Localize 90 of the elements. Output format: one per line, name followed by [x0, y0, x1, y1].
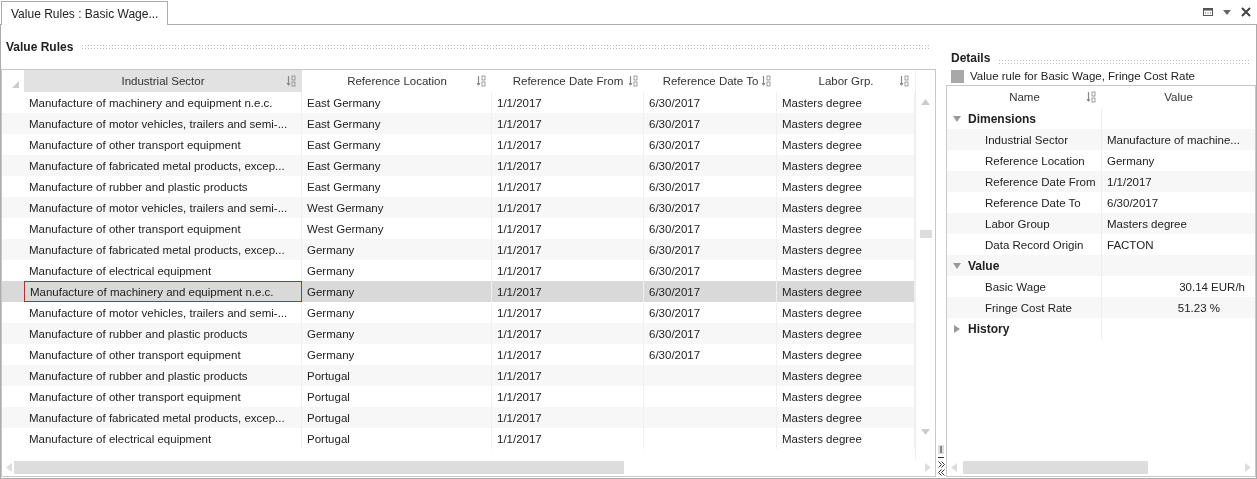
table-row[interactable]: Manufacture of motor vehicles, trailers and semi-... East Germany 1/1/2017 6/30/2017 Masters degree: [2, 113, 915, 134]
swatch-icon: [951, 69, 964, 83]
property-value: 30.14 EUR/h: [1178, 280, 1246, 293]
scroll-thumb[interactable]: [14, 461, 624, 474]
table-cell: Manufacture of electrical equipment: [24, 260, 302, 281]
table-cell: East Germany: [302, 155, 492, 176]
column-header[interactable]: Reference Location: [302, 70, 492, 92]
table-cell: East Germany: [302, 113, 492, 134]
table-cell: Manufacture of machinery and equipment n.e.c.: [24, 281, 302, 302]
table-cell: Portugal: [302, 407, 492, 428]
column-header[interactable]: Value: [1102, 86, 1255, 108]
property-value: Germany: [1106, 154, 1156, 167]
table-cell: 1/1/2017: [492, 155, 644, 176]
property-value: Masters degree: [1106, 217, 1188, 230]
table-cell: 6/30/2017: [644, 197, 777, 218]
property-value: FACTON: [1106, 238, 1155, 251]
table-cell: 1/1/2017: [492, 323, 644, 344]
expanded-triangle-icon[interactable]: [953, 114, 961, 123]
property-name: Fringe Cost Rate: [947, 297, 1102, 318]
property-value: Manufacture of machine...: [1106, 133, 1241, 146]
column-header[interactable]: Labor Grp.: [777, 70, 915, 92]
property-value: 6/30/2017: [1106, 196, 1160, 209]
expanded-triangle-icon[interactable]: [953, 261, 961, 270]
table-cell: 1/1/2017: [492, 428, 644, 449]
table-cell: West Germany: [302, 197, 492, 218]
column-header[interactable]: Reference Date From: [492, 70, 644, 92]
table-cell: 6/30/2017: [644, 239, 777, 260]
section-title: Value Rules: [6, 40, 74, 54]
table-cell: Portugal: [302, 365, 492, 386]
table-cell: Manufacture of fabricated metal products, excep...: [24, 239, 302, 260]
table-cell: Manufacture of motor vehicles, trailers and semi-...: [24, 113, 302, 134]
sort-icon[interactable]: [628, 75, 638, 87]
table-cell: Portugal: [302, 428, 492, 449]
double-chevron-right-icon[interactable]: [937, 461, 945, 468]
collapsed-triangle-icon[interactable]: [953, 324, 961, 333]
table-cell: 1/1/2017: [492, 113, 644, 134]
table-row[interactable]: Manufacture of rubber and plastic products Germany 1/1/2017 6/30/2017 Masters degree: [2, 323, 915, 344]
scroll-thumb[interactable]: [963, 461, 1148, 474]
scroll-thumb[interactable]: [919, 230, 932, 238]
scroll-up-icon[interactable]: [921, 99, 930, 105]
table-row[interactable]: Manufacture of fabricated metal products, excep... Germany 1/1/2017 6/30/2017 Masters degree: [2, 239, 915, 260]
table-cell: Manufacture of electrical equipment: [24, 428, 302, 449]
sort-icon[interactable]: [286, 75, 296, 87]
table-cell: 1/1/2017: [492, 197, 644, 218]
minus-icon[interactable]: [938, 455, 944, 460]
table-row[interactable]: Manufacture of fabricated metal products, excep... East Germany 1/1/2017 6/30/2017 Masters degree: [2, 155, 915, 176]
details-subtitle: Value rule for Basic Wage, Fringe Cost Rate: [970, 70, 1195, 82]
property-value: 51.23 %: [1176, 301, 1221, 314]
section-title: Details: [951, 51, 991, 65]
table-cell: 1/1/2017: [492, 281, 644, 302]
table-cell: 1/1/2017: [492, 407, 644, 428]
property-name: Labor Group: [947, 213, 1102, 234]
table-cell: Manufacture of motor vehicles, trailers and semi-...: [24, 197, 302, 218]
caret-icon[interactable]: [1223, 9, 1231, 15]
corner-triangle-icon: [12, 81, 19, 88]
window-icon[interactable]: [1203, 8, 1213, 16]
table-cell: 6/30/2017: [644, 281, 777, 302]
table-cell: Germany: [302, 323, 492, 344]
table-row[interactable]: Manufacture of motor vehicles, trailers and semi-... West Germany 1/1/2017 6/30/2017 Masters degree: [2, 197, 915, 218]
group-label: Value: [968, 258, 1000, 273]
property-value: 1/1/2017: [1106, 175, 1153, 188]
document-tab[interactable]: Value Rules : Basic Wage...: [1, 1, 169, 25]
double-chevron-left-icon[interactable]: [937, 469, 945, 476]
table-cell: Manufacture of rubber and plastic products: [24, 323, 302, 344]
sort-icon[interactable]: [899, 75, 909, 87]
column-header[interactable]: Industrial Sector: [24, 70, 302, 92]
sort-icon[interactable]: [761, 75, 771, 87]
column-header[interactable]: Name: [947, 86, 1102, 108]
table-cell: Germany: [302, 281, 492, 302]
column-header[interactable]: Reference Date To: [644, 70, 777, 92]
table-row[interactable]: Manufacture of fabricated metal products, excep... Portugal 1/1/2017 Masters degree: [2, 407, 915, 428]
property-name: Reference Date From: [947, 171, 1102, 192]
table-cell: 6/30/2017: [644, 323, 777, 344]
scroll-down-icon[interactable]: [921, 429, 930, 435]
sort-icon[interactable]: [1086, 91, 1096, 103]
group-label: History: [968, 321, 1010, 336]
table-cell: Manufacture of fabricated metal products, excep...: [24, 155, 302, 176]
table-cell: Manufacture of fabricated metal products, excep...: [24, 407, 302, 428]
table-cell: 1/1/2017: [492, 365, 644, 386]
table-row[interactable]: Manufacture of rubber and plastic products Portugal 1/1/2017 Masters degree: [2, 365, 915, 386]
group-label: Dimensions: [968, 111, 1036, 126]
sort-icon[interactable]: [476, 75, 486, 87]
table-cell: Manufacture of rubber and plastic products: [24, 365, 302, 386]
table-cell: 1/1/2017: [492, 239, 644, 260]
close-icon[interactable]: [1241, 7, 1251, 17]
table-cell: 6/30/2017: [644, 155, 777, 176]
table-cell: Germany: [302, 239, 492, 260]
table-row[interactable]: Manufacture of machinery and equipment n.e.c. Germany 1/1/2017 6/30/2017 Masters degree: [2, 281, 915, 302]
table-cell: 6/30/2017: [644, 113, 777, 134]
property-name: Industrial Sector: [947, 129, 1102, 150]
